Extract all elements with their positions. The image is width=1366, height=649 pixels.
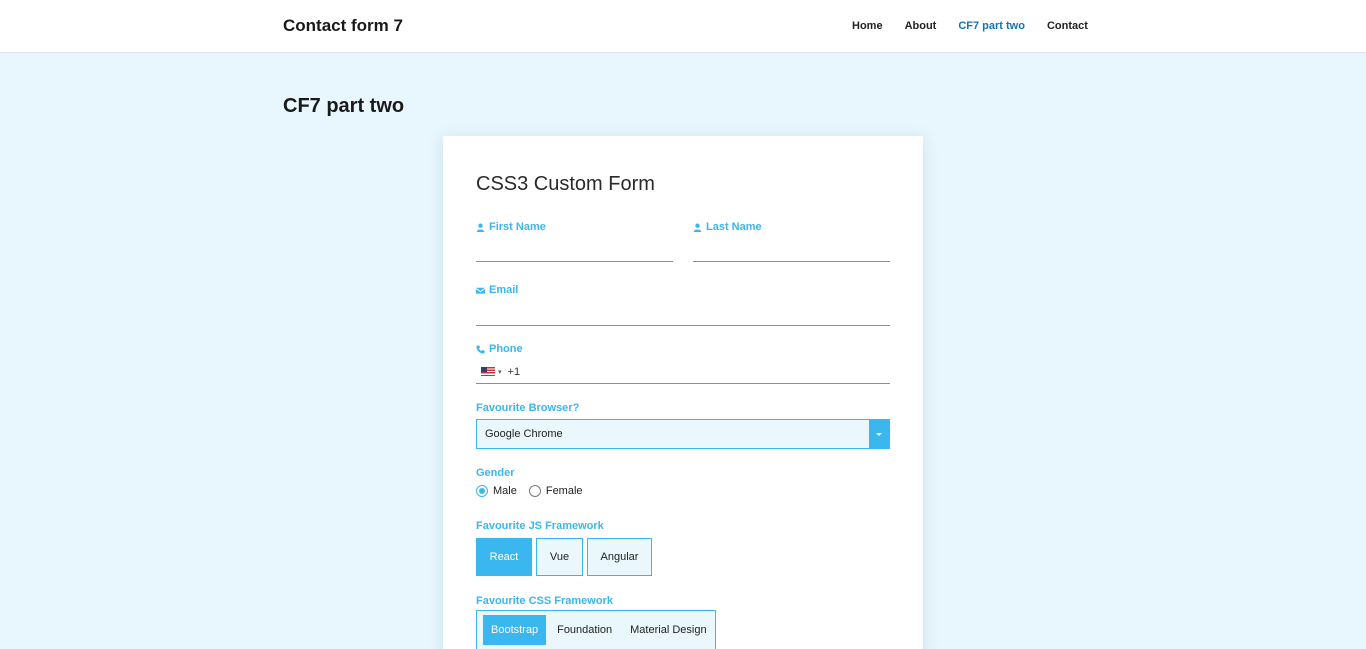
nav-item-cf7-part-two[interactable]: CF7 part two [958,20,1025,32]
nav-item-about[interactable]: About [905,20,937,32]
nav-item-home[interactable]: Home [852,20,883,32]
css-framework-group: Bootstrap Foundation Material Design [476,610,716,649]
envelope-icon [476,287,485,294]
main-nav: Home About CF7 part two Contact [852,20,1110,32]
gender-option-male[interactable]: Male [476,485,517,497]
js-option-react[interactable]: React [476,538,532,576]
form-card: CSS3 Custom Form First Name Last Name Em… [443,136,923,649]
email-label-text: Email [489,284,519,296]
email-input[interactable] [476,306,890,326]
gender-option-female[interactable]: Female [528,485,583,497]
page-title: CF7 part two [283,95,405,117]
last-name-label-text: Last Name [706,221,762,233]
last-name-input[interactable] [693,242,890,262]
first-name-label: First Name [476,221,546,233]
browser-select-value: Google Chrome [485,428,563,440]
js-option-vue[interactable]: Vue [536,538,583,576]
phone-input[interactable]: ▾ +1 [476,360,890,384]
email-label: Email [476,284,518,296]
form-title: CSS3 Custom Form [476,173,655,195]
radio-button[interactable] [528,485,541,497]
gender-radio-group: Male Female [476,485,595,497]
js-framework-group: React Vue Angular [476,538,652,576]
phone-label-text: Phone [489,343,523,355]
css-framework-label: Favourite CSS Framework [476,595,613,607]
nav-item-contact[interactable]: Contact [1047,20,1088,32]
us-flag-icon[interactable] [481,367,495,376]
css-option-foundation[interactable]: Foundation [546,615,620,645]
phone-label: Phone [476,343,523,355]
user-icon [476,223,485,232]
gender-option-label: Male [493,485,517,497]
css-option-material-design[interactable]: Material Design [620,615,714,645]
dial-code: +1 [507,365,521,378]
js-option-angular[interactable]: Angular [587,538,652,576]
chevron-down-icon[interactable]: ▾ [498,368,502,376]
site-title[interactable]: Contact form 7 [283,16,403,36]
browser-label: Favourite Browser? [476,402,580,414]
last-name-label: Last Name [693,221,762,233]
radio-button[interactable] [476,485,488,497]
site-header: Contact form 7 Home About CF7 part two C… [0,0,1366,53]
gender-option-label: Female [545,485,583,497]
js-framework-label: Favourite JS Framework [476,520,604,532]
user-icon [693,223,702,232]
browser-select[interactable]: Google Chrome [476,419,890,449]
dropdown-arrow-icon[interactable] [869,420,889,448]
gender-label: Gender [476,467,515,479]
css-option-bootstrap[interactable]: Bootstrap [483,615,547,645]
first-name-input[interactable] [476,242,673,262]
phone-icon [476,344,485,354]
first-name-label-text: First Name [489,221,546,233]
